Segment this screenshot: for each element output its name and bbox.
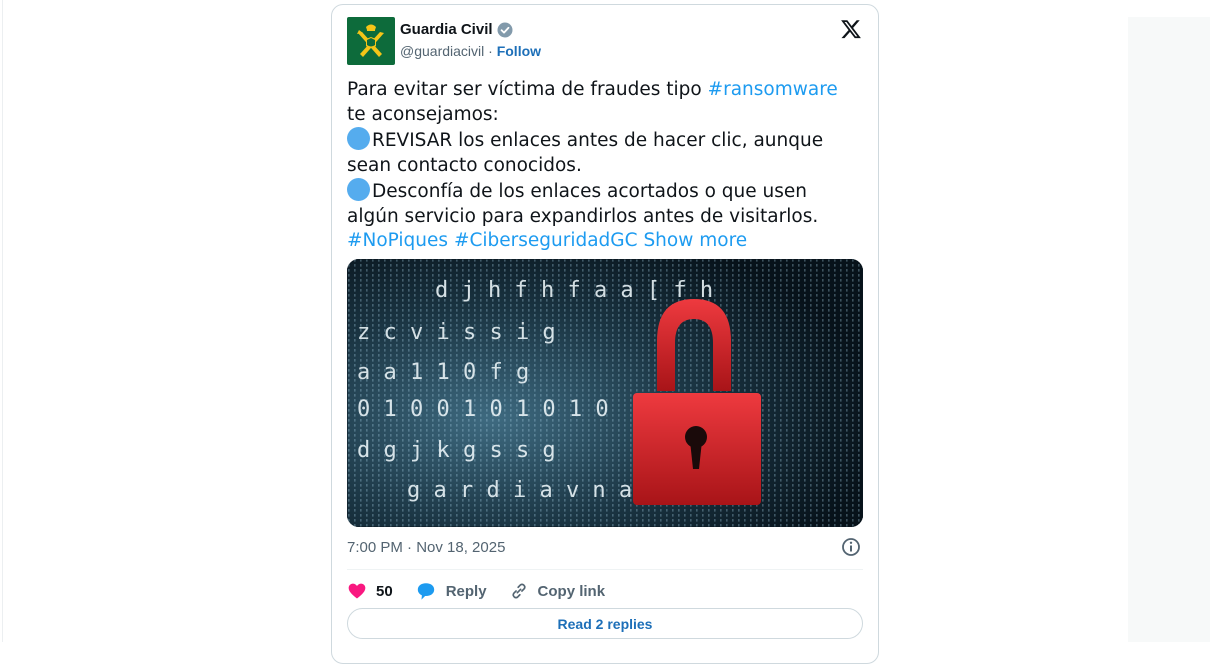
reply-label: Reply xyxy=(445,582,487,600)
verified-badge-icon xyxy=(497,22,513,37)
x-logo-icon[interactable] xyxy=(840,18,862,40)
account-name-row[interactable]: Guardia Civil xyxy=(400,21,513,38)
matrix-text-row: d j h f h f a a [ f h xyxy=(435,278,713,303)
like-button[interactable]: 50 xyxy=(347,581,393,601)
tweet-media-image[interactable]: d j h f h f a a [ f h z c v i s s i g a … xyxy=(347,259,863,527)
matrix-text-row: d g j k g s s g xyxy=(357,438,556,463)
text-intro-end: te aconsejamos: xyxy=(347,103,499,125)
guardia-civil-emblem-icon xyxy=(349,19,393,63)
matrix-text-row: 0 1 0 0 1 0 1 0 1 0 xyxy=(357,397,609,422)
matrix-text-row: z c v i s s i g xyxy=(357,320,556,345)
account-name[interactable]: Guardia Civil xyxy=(400,21,493,38)
heart-icon xyxy=(348,583,366,599)
page-left-border xyxy=(2,0,3,642)
account-handle[interactable]: @guardiacivil xyxy=(400,43,484,59)
tweet-text: Para evitar ser víctima de fraudes tipo … xyxy=(347,78,862,254)
blue-circle-emoji-icon xyxy=(347,127,370,150)
reply-button[interactable]: Reply xyxy=(415,581,487,601)
bullet-revisar: REVISAR los enlaces antes de hacer clic,… xyxy=(347,130,824,176)
show-more-link[interactable]: Show more xyxy=(643,230,747,251)
blue-circle-emoji-icon xyxy=(347,178,370,201)
right-side-panel xyxy=(1128,17,1210,642)
info-icon[interactable] xyxy=(840,536,862,558)
ransomware-padlock-image: d j h f h f a a [ f h z c v i s s i g a … xyxy=(347,259,863,527)
reply-bubble-icon xyxy=(417,583,434,600)
bullet-desconfia: Desconfía de los enlaces acortados o que… xyxy=(347,181,819,227)
tweet-actions: 50 Reply Copy link xyxy=(347,578,627,604)
copy-link-button[interactable]: Copy link xyxy=(509,581,606,601)
tweet-embed-card: Guardia Civil @guardiacivil · Follow Par… xyxy=(331,4,879,664)
tweet-timestamp[interactable]: 7:00 PM · Nov 18, 2025 xyxy=(347,539,505,556)
like-count: 50 xyxy=(376,582,393,600)
divider xyxy=(347,569,863,570)
link-icon xyxy=(511,583,526,599)
text-intro: Para evitar ser víctima de fraudes tipo xyxy=(347,79,708,100)
separator-dot: · xyxy=(484,43,497,59)
hashtag-ransomware-link[interactable]: #ransomware xyxy=(708,79,838,100)
handle-line: @guardiacivil · Follow xyxy=(400,43,541,59)
hashtag-ciberseguridadgc-link[interactable]: #CiberseguridadGC xyxy=(454,230,638,251)
hashtag-nopiques-link[interactable]: #NoPiques xyxy=(347,230,448,251)
matrix-text-row: a a 1 1 0 f g xyxy=(357,360,529,385)
read-replies-button[interactable]: Read 2 replies xyxy=(347,608,863,639)
follow-link[interactable]: Follow xyxy=(497,43,541,59)
avatar[interactable] xyxy=(347,17,395,65)
copy-link-label: Copy link xyxy=(537,582,606,600)
